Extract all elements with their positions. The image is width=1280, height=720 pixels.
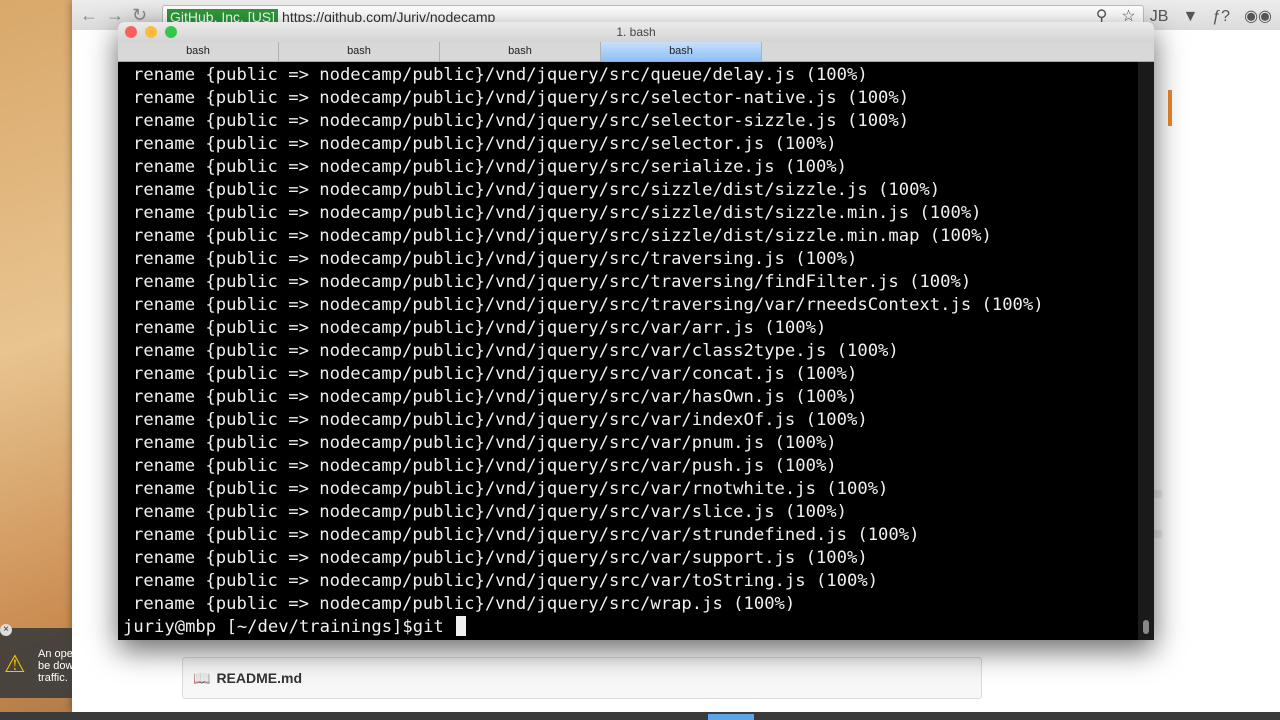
terminal-window[interactable]: 1. bash bash bash bash bash rename {publ…	[118, 22, 1154, 640]
tab-bash-2[interactable]: bash	[279, 42, 440, 61]
terminal-line: rename {public => nodecamp/public}/vnd/j…	[133, 433, 837, 453]
readme-header[interactable]: 📖 README.md	[182, 657, 982, 699]
readme-title: README.md	[216, 670, 302, 686]
warning-icon: ⚠	[4, 651, 26, 678]
book-icon: 📖	[193, 670, 211, 686]
function-icon[interactable]: ƒ?	[1212, 8, 1230, 25]
terminal-line: rename {public => nodecamp/public}/vnd/j…	[133, 203, 982, 223]
terminal-line: rename {public => nodecamp/public}/vnd/j…	[133, 272, 972, 292]
prompt-text: juriy@mbp [~/dev/trainings]$git	[123, 617, 455, 637]
terminal-titlebar: 1. bash	[118, 22, 1154, 42]
command-prompt[interactable]: juriy@mbp [~/dev/trainings]$git	[123, 616, 467, 639]
terminal-line: rename {public => nodecamp/public}/vnd/j…	[133, 387, 858, 407]
terminal-line: rename {public => nodecamp/public}/vnd/j…	[133, 594, 796, 614]
terminal-line: rename {public => nodecamp/public}/vnd/j…	[133, 502, 847, 522]
terminal-line: rename {public => nodecamp/public}/vnd/j…	[133, 456, 837, 476]
terminal-line: rename {public => nodecamp/public}/vnd/j…	[133, 180, 941, 200]
terminal-line: rename {public => nodecamp/public}/vnd/j…	[133, 295, 1044, 315]
terminal-line: rename {public => nodecamp/public}/vnd/j…	[133, 479, 889, 499]
tab-bash-1[interactable]: bash	[118, 42, 279, 61]
terminal-output[interactable]: rename {public => nodecamp/public}/vnd/j…	[118, 62, 1138, 640]
terminal-line: rename {public => nodecamp/public}/vnd/j…	[133, 111, 910, 131]
back-arrow-icon[interactable]: ←	[80, 5, 98, 26]
terminal-line: rename {public => nodecamp/public}/vnd/j…	[133, 157, 847, 177]
close-icon[interactable]: ×	[0, 624, 12, 636]
terminal-line: rename {public => nodecamp/public}/vnd/j…	[133, 525, 920, 545]
terminal-line: rename {public => nodecamp/public}/vnd/j…	[133, 134, 837, 154]
pocket-icon[interactable]: ▼	[1182, 8, 1198, 25]
terminal-line: rename {public => nodecamp/public}/vnd/j…	[133, 226, 992, 246]
minimize-window-icon[interactable]	[145, 26, 157, 38]
incognito-icon[interactable]: ◉◉	[1244, 8, 1272, 25]
terminal-line: rename {public => nodecamp/public}/vnd/j…	[133, 341, 899, 361]
terminal-line: rename {public => nodecamp/public}/vnd/j…	[133, 88, 910, 108]
dock-active-indicator	[708, 714, 754, 720]
tab-bash-3[interactable]: bash	[440, 42, 601, 61]
terminal-line: rename {public => nodecamp/public}/vnd/j…	[133, 548, 868, 568]
maximize-window-icon[interactable]	[165, 26, 177, 38]
close-window-icon[interactable]	[125, 26, 137, 38]
terminal-line: rename {public => nodecamp/public}/vnd/j…	[133, 249, 858, 269]
terminal-line: rename {public => nodecamp/public}/vnd/j…	[133, 65, 868, 85]
terminal-tabs: bash bash bash bash	[118, 42, 1154, 62]
scrollbar-thumb[interactable]	[1143, 620, 1149, 634]
terminal-scrollbar[interactable]	[1138, 62, 1154, 640]
terminal-line: rename {public => nodecamp/public}/vnd/j…	[133, 318, 827, 338]
notification-text: An ope be dow traffic.	[38, 648, 74, 684]
terminal-line: rename {public => nodecamp/public}/vnd/j…	[133, 571, 879, 591]
system-notification[interactable]: × ⚠ An ope be dow traffic.	[0, 624, 74, 698]
terminal-line: rename {public => nodecamp/public}/vnd/j…	[133, 410, 868, 430]
tab-bash-4[interactable]: bash	[601, 42, 762, 61]
terminal-title: 1. bash	[616, 25, 656, 39]
dock	[0, 712, 1280, 720]
text-cursor	[456, 616, 467, 636]
terminal-line: rename {public => nodecamp/public}/vnd/j…	[133, 364, 858, 384]
